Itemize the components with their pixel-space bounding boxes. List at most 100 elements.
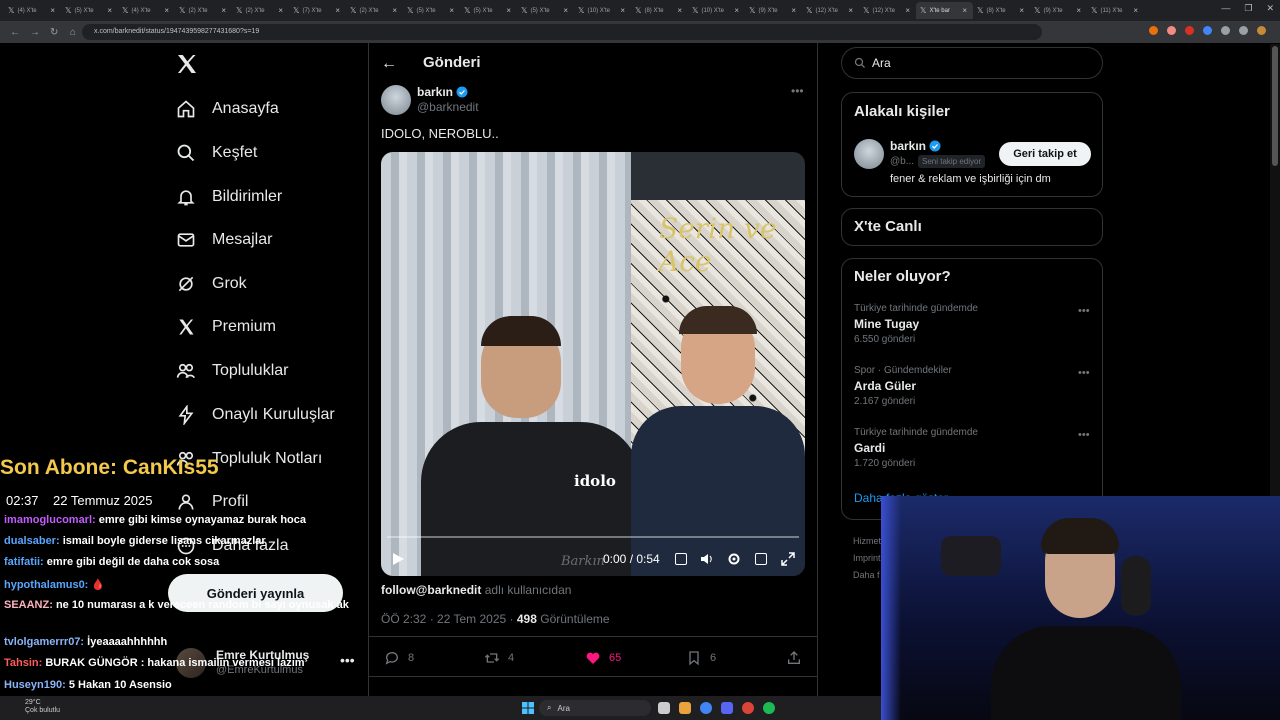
close-tab-icon[interactable]: × bbox=[278, 6, 283, 15]
sidebar-item-keşfet[interactable]: Keşfet bbox=[176, 141, 257, 165]
browser-tab[interactable]: 𝕏 (2) X'te × bbox=[346, 2, 403, 19]
close-tab-icon[interactable]: × bbox=[848, 6, 853, 15]
footer-link[interactable]: Imprint bbox=[853, 553, 881, 563]
weather-widget[interactable]: 29°C Çok bulutlu bbox=[25, 699, 60, 715]
author-name-text[interactable]: barkın bbox=[417, 85, 453, 99]
volume-icon[interactable] bbox=[700, 552, 714, 566]
picture-in-picture-icon[interactable] bbox=[755, 553, 767, 565]
like-button[interactable]: 65 bbox=[585, 650, 621, 666]
settings-gear-icon[interactable] bbox=[727, 552, 741, 566]
repost-button[interactable]: 4 bbox=[484, 650, 514, 666]
sidebar-item-mesajlar[interactable]: Mesajlar bbox=[176, 228, 272, 252]
related-avatar[interactable] bbox=[854, 139, 884, 169]
fullscreen-icon[interactable] bbox=[781, 552, 795, 566]
extension-icon[interactable] bbox=[1149, 26, 1158, 35]
author-handle[interactable]: @barknedit bbox=[417, 100, 479, 114]
browser-tab[interactable]: 𝕏 (2) X'te × bbox=[175, 2, 232, 19]
discord-icon[interactable] bbox=[721, 702, 733, 714]
close-tab-icon[interactable]: × bbox=[734, 6, 739, 15]
extension-icon[interactable] bbox=[1239, 26, 1248, 35]
close-tab-icon[interactable]: × bbox=[563, 6, 568, 15]
footer-link[interactable]: Daha f bbox=[853, 570, 880, 580]
trend-more-icon[interactable]: ••• bbox=[1078, 429, 1090, 441]
scrollbar-thumb[interactable] bbox=[1272, 46, 1278, 166]
browser-tab[interactable]: 𝕏 (9) X'te × bbox=[745, 2, 802, 19]
captions-icon[interactable] bbox=[675, 553, 687, 565]
author-name[interactable]: barkın bbox=[417, 85, 468, 99]
sidebar-item-premium[interactable]: Premium bbox=[176, 315, 276, 339]
url-field[interactable]: x.com/barknedit/status/19474395982774316… bbox=[82, 24, 1042, 40]
browser-tab[interactable]: 𝕏 (9) X'te × bbox=[1030, 2, 1087, 19]
close-tab-icon[interactable]: × bbox=[791, 6, 796, 15]
close-tab-icon[interactable]: × bbox=[107, 6, 112, 15]
reply-button[interactable]: 8 bbox=[384, 650, 414, 666]
video-source-handle[interactable]: follow@barknedit bbox=[381, 583, 481, 597]
sidebar-item-bildirimler[interactable]: Bildirimler bbox=[176, 185, 282, 209]
close-tab-icon[interactable]: × bbox=[449, 6, 454, 15]
live-card[interactable]: X'te Canlı bbox=[841, 208, 1103, 246]
back-icon[interactable]: ← bbox=[10, 27, 20, 38]
close-tab-icon[interactable]: × bbox=[392, 6, 397, 15]
footer-link[interactable]: Hizmet bbox=[853, 536, 881, 546]
close-tab-icon[interactable]: × bbox=[506, 6, 511, 15]
browser-tab[interactable]: 𝕏 (4) X'te × bbox=[4, 2, 61, 19]
post-more-icon[interactable]: ••• bbox=[791, 84, 804, 98]
browser-tab[interactable]: 𝕏 (5) X'te × bbox=[517, 2, 574, 19]
sidebar-item-profil[interactable]: Profil bbox=[176, 490, 248, 514]
browser-tab[interactable]: 𝕏 (4) X'te × bbox=[118, 2, 175, 19]
restore-icon[interactable]: ❐ bbox=[1244, 3, 1252, 14]
share-icon[interactable] bbox=[786, 650, 802, 666]
task-view-icon[interactable] bbox=[658, 702, 670, 714]
close-tab-icon[interactable]: × bbox=[1019, 6, 1024, 15]
sidebar-item-onaylı-kuruluşlar[interactable]: Onaylı Kuruluşlar bbox=[176, 403, 335, 427]
extension-icon[interactable] bbox=[1203, 26, 1212, 35]
browser-tab[interactable]: 𝕏 (8) X'te × bbox=[631, 2, 688, 19]
account-more-icon[interactable]: ••• bbox=[340, 652, 355, 668]
trend-more-icon[interactable]: ••• bbox=[1078, 305, 1090, 317]
post-timestamp[interactable]: ÖÖ 2:32 · 22 Tem 2025 · bbox=[381, 612, 517, 626]
file-explorer-icon[interactable] bbox=[679, 702, 691, 714]
close-tab-icon[interactable]: × bbox=[221, 6, 226, 15]
video-progress-bar[interactable] bbox=[387, 536, 799, 538]
extension-icon[interactable] bbox=[1167, 26, 1176, 35]
browser-tab[interactable]: 𝕏 (10) X'te × bbox=[688, 2, 745, 19]
profile-avatar[interactable] bbox=[1257, 26, 1266, 35]
close-window-icon[interactable]: ✕ bbox=[1266, 3, 1274, 14]
close-tab-icon[interactable]: × bbox=[164, 6, 169, 15]
bookmark-button[interactable]: 6 bbox=[686, 650, 716, 666]
close-tab-icon[interactable]: × bbox=[677, 6, 682, 15]
minimize-icon[interactable]: — bbox=[1221, 3, 1230, 14]
close-tab-icon[interactable]: × bbox=[962, 6, 967, 15]
extension-icon[interactable] bbox=[1185, 26, 1194, 35]
author-avatar[interactable] bbox=[381, 85, 411, 115]
sidebar-item-topluluklar[interactable]: Topluluklar bbox=[176, 359, 288, 383]
extension-icon[interactable] bbox=[1221, 26, 1230, 35]
close-tab-icon[interactable]: × bbox=[905, 6, 910, 15]
close-tab-icon[interactable]: × bbox=[335, 6, 340, 15]
browser-tab[interactable]: 𝕏 (12) X'te × bbox=[859, 2, 916, 19]
browser-tab[interactable]: 𝕏 (10) X'te × bbox=[574, 2, 631, 19]
sidebar-item-grok[interactable]: Grok bbox=[176, 272, 247, 296]
browser-tab[interactable]: 𝕏 (11) X'te × bbox=[1087, 2, 1144, 19]
taskbar-search[interactable]: ⌕ Ara bbox=[539, 700, 651, 716]
related-name-text[interactable]: barkın bbox=[890, 139, 926, 153]
search-input[interactable]: Ara bbox=[841, 47, 1103, 79]
back-arrow-icon[interactable]: ← bbox=[381, 55, 397, 73]
browser-tab[interactable]: 𝕏 (5) X'te × bbox=[460, 2, 517, 19]
trend-more-icon[interactable]: ••• bbox=[1078, 367, 1090, 379]
browser-tab[interactable]: 𝕏 (5) X'te × bbox=[61, 2, 118, 19]
browser-tab[interactable]: 𝕏 X'te bar × bbox=[916, 2, 973, 19]
browser-tab[interactable]: 𝕏 (5) X'te × bbox=[403, 2, 460, 19]
video-player[interactable]: Serin ve Ace idolo Barkın 0:00 / 0:54 bbox=[381, 152, 805, 576]
sidebar-item-anasayfa[interactable]: Anasayfa bbox=[176, 97, 279, 121]
close-tab-icon[interactable]: × bbox=[50, 6, 55, 15]
related-name[interactable]: barkın bbox=[890, 139, 941, 153]
reload-icon[interactable]: ↻ bbox=[50, 27, 60, 38]
browser-tab[interactable]: 𝕏 (8) X'te × bbox=[973, 2, 1030, 19]
app-icon[interactable] bbox=[742, 702, 754, 714]
browser-tab[interactable]: 𝕏 (2) X'te × bbox=[232, 2, 289, 19]
forward-icon[interactable]: → bbox=[30, 27, 40, 38]
follow-back-button[interactable]: Geri takip et bbox=[999, 142, 1091, 166]
close-tab-icon[interactable]: × bbox=[1133, 6, 1138, 15]
close-tab-icon[interactable]: × bbox=[1076, 6, 1081, 15]
